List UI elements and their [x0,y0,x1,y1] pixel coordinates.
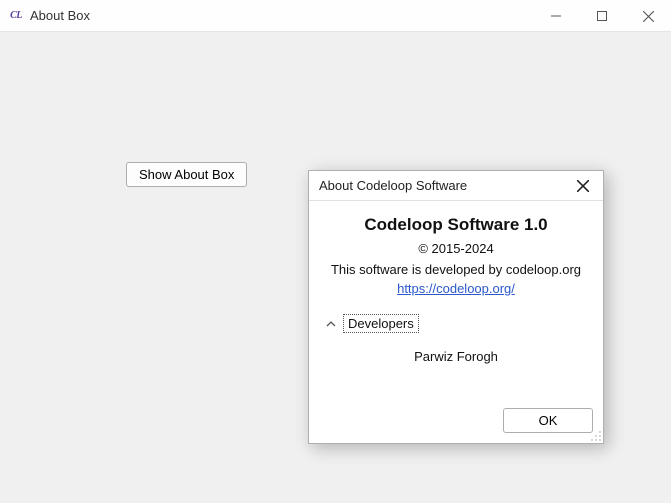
website-link[interactable]: https://codeloop.org/ [397,281,515,296]
minimize-button[interactable] [533,0,579,32]
show-about-button[interactable]: Show About Box [126,162,247,187]
window-buttons [533,0,671,31]
developer-name: Parwiz Forogh [414,349,498,364]
maximize-button[interactable] [579,0,625,32]
close-icon [643,11,654,22]
description-text: This software is developed by codeloop.o… [331,262,581,277]
developers-label: Developers [343,314,419,333]
maximize-icon [597,11,607,21]
developers-section-header[interactable]: Developers [325,314,419,333]
chevron-up-icon [325,318,337,330]
dialog-body: Codeloop Software 1.0 © 2015-2024 This s… [309,201,603,400]
dialog-close-button[interactable] [571,174,595,198]
about-dialog: About Codeloop Software Codeloop Softwar… [308,170,604,444]
dialog-title: About Codeloop Software [319,178,571,193]
close-button[interactable] [625,0,671,32]
main-titlebar: CL About Box [0,0,671,32]
window-body: Show About Box About Codeloop Software C… [0,32,671,503]
app-title: Codeloop Software 1.0 [364,215,547,235]
dialog-titlebar: About Codeloop Software [309,171,603,201]
close-icon [577,180,589,192]
app-icon: CL [8,8,24,24]
dialog-footer: OK [309,400,603,443]
window-title: About Box [30,8,533,23]
ok-button[interactable]: OK [503,408,593,433]
minimize-icon [551,11,561,21]
copyright-text: © 2015-2024 [418,241,493,256]
